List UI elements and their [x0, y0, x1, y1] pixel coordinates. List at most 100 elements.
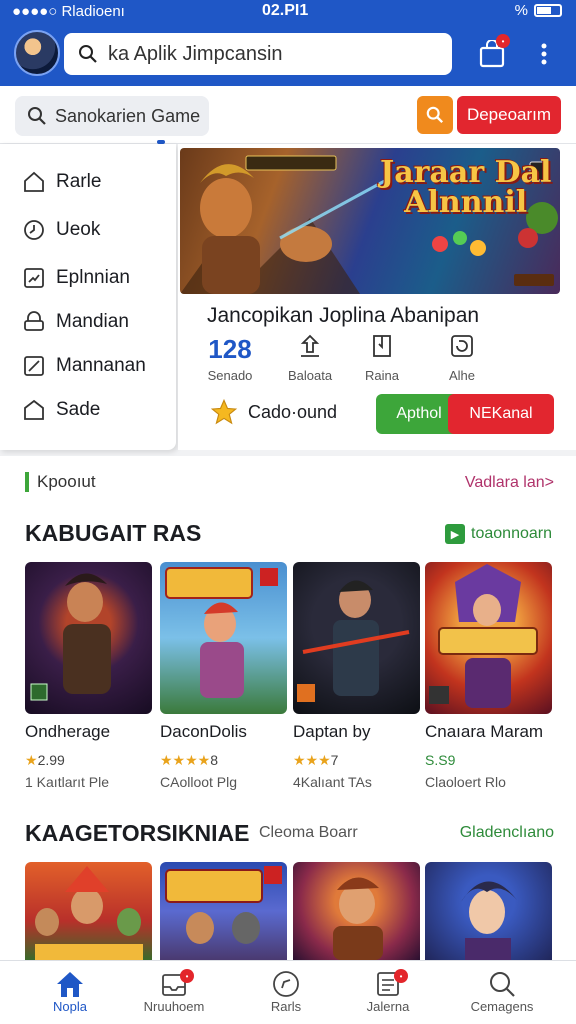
- stat-baloata[interactable]: Baloata: [270, 334, 350, 383]
- game-tile[interactable]: [25, 562, 152, 714]
- stat-alhe[interactable]: Alhe: [422, 334, 502, 383]
- game-art: [461, 881, 517, 960]
- notifications-button[interactable]: •: [476, 34, 510, 70]
- game-art: [333, 877, 383, 960]
- section-action-text: toaonnoarn: [471, 525, 552, 542]
- game-name[interactable]: Daptan by: [293, 722, 371, 742]
- menu-item-2[interactable]: Eplnnian: [22, 264, 130, 292]
- menu-item-4[interactable]: Mannanan: [22, 352, 146, 380]
- rating-value: 2.99: [37, 752, 65, 768]
- search-icon: [490, 972, 515, 997]
- game-art: [429, 564, 538, 708]
- more-vertical-icon: [541, 43, 547, 65]
- game-search-input[interactable]: Sanokarien Game: [15, 96, 209, 136]
- play-icon: ▶: [445, 524, 466, 544]
- category-tile[interactable]: [25, 862, 152, 960]
- user-icon: [24, 311, 44, 331]
- menu-item-label: Ueok: [56, 219, 101, 240]
- game-name[interactable]: Cnaıara Maram: [425, 722, 543, 742]
- compass-icon: [273, 971, 299, 997]
- nav-explore[interactable]: Rarls: [236, 969, 336, 1014]
- rating-value: 7: [330, 752, 339, 768]
- game-name[interactable]: Ondherage: [25, 722, 110, 742]
- category-tile[interactable]: [293, 862, 420, 960]
- nav-badge: •: [180, 969, 194, 983]
- game-rating: ★2.99: [25, 752, 65, 769]
- game-art: [297, 580, 410, 702]
- avatar[interactable]: [14, 30, 60, 76]
- deposit-button[interactable]: Depeoarım: [457, 96, 561, 134]
- view-all-link[interactable]: Vadlara lan>: [465, 474, 554, 492]
- menu-item-0[interactable]: Rarle: [22, 168, 101, 196]
- game-art: [35, 866, 143, 960]
- search-input[interactable]: ka Aplik Jimpcansin: [64, 33, 452, 75]
- featured-rating: Cado·ound: [210, 398, 337, 426]
- home-icon: [24, 171, 44, 192]
- search-icon: [426, 106, 444, 124]
- edit-icon: [24, 356, 44, 376]
- stat-label: Raina: [365, 368, 399, 383]
- nav-badge: •: [394, 969, 408, 983]
- game-rating: ★★★7: [293, 752, 338, 769]
- pentagon-icon: [24, 399, 44, 420]
- game-tile[interactable]: [293, 562, 420, 714]
- featured-banner[interactable]: Jaraar Dal Alnnnil: [180, 148, 560, 294]
- category-view-all-link[interactable]: Gladenclıano: [460, 824, 554, 842]
- side-menu: Rarle Ueok Eplnnian Mandian Mannanan Sad…: [0, 144, 176, 450]
- rating-text: Cado·ound: [248, 401, 338, 422]
- game-tile[interactable]: [425, 562, 552, 714]
- stat-raina[interactable]: Raina: [342, 334, 422, 383]
- nav-label: Jalerna: [366, 999, 410, 1014]
- game-art: [165, 866, 282, 944]
- notification-badge: •: [496, 34, 510, 48]
- bottom-navigation: Nopla • Nruuhoem Rarls • Jalerna Cemagen…: [0, 960, 576, 1024]
- game-art: [30, 573, 111, 701]
- nav-news[interactable]: • Jalerna: [338, 969, 438, 1014]
- game-subtitle: CAolloot Plg: [160, 774, 238, 790]
- star-icon: [210, 398, 238, 425]
- section-action-link[interactable]: ▶ toaonnoarn: [445, 524, 552, 544]
- rating-stars: ★: [25, 752, 38, 768]
- menu-item-3[interactable]: Mandian: [22, 308, 129, 336]
- nav-label: Rarls: [270, 999, 302, 1014]
- nav-search[interactable]: Cemagens: [452, 969, 552, 1014]
- carrier-label: ●●●●○ Rladioenı: [12, 3, 125, 20]
- more-menu-button[interactable]: [528, 38, 560, 70]
- share-icon: [300, 334, 320, 357]
- search-icon: [79, 45, 97, 63]
- home-icon: [57, 972, 83, 997]
- refresh-icon: [451, 335, 473, 357]
- stat-label: Senado: [207, 368, 253, 383]
- stat-senado: 128 Senado: [190, 334, 270, 383]
- nav-home[interactable]: Nopla: [20, 969, 120, 1014]
- search-button[interactable]: [417, 96, 453, 134]
- cancel-button[interactable]: NEKanal: [448, 394, 554, 434]
- section-label-text: Kpooıut: [37, 472, 96, 491]
- battery-icon: [534, 4, 562, 17]
- category-tile[interactable]: [160, 862, 287, 960]
- game-tile[interactable]: [160, 562, 287, 714]
- nav-label: Nopla: [53, 999, 87, 1014]
- menu-item-5[interactable]: Sade: [22, 396, 100, 424]
- clock-icon: [24, 220, 44, 240]
- menu-item-label: Rarle: [56, 171, 102, 192]
- menu-item-label: Mannanan: [56, 355, 146, 376]
- search-text: ka Aplik Jimpcansin: [108, 42, 283, 65]
- menu-item-label: Sade: [56, 399, 101, 420]
- stat-label: Alhe: [448, 368, 476, 383]
- battery-percent: %: [514, 2, 528, 19]
- section-heading: KABUGAIT RAS: [25, 520, 202, 546]
- top-app-bar: ●●●●○ Rladioenı 02.PI1 % ka Aplik Jimpca…: [0, 0, 576, 86]
- status-bar: ●●●●○ Rladioenı 02.PI1 %: [0, 0, 576, 24]
- game-subtitle: 1 Kaıtlarıt Ple: [25, 774, 110, 790]
- bookmark-icon: [373, 335, 391, 357]
- stat-value: 128: [208, 334, 252, 364]
- category-tile[interactable]: [425, 862, 552, 960]
- nav-notifications[interactable]: • Nruuhoem: [124, 969, 224, 1014]
- menu-item-1[interactable]: Ueok: [22, 216, 100, 244]
- category-link[interactable]: Cleoma Boarr: [259, 824, 358, 842]
- category-heading: KAAGETORSIKNIAE: [25, 820, 250, 846]
- stat-label: Baloata: [287, 368, 333, 383]
- rating-value: S.S9: [425, 752, 456, 768]
- game-name[interactable]: DaconDolis: [160, 722, 247, 742]
